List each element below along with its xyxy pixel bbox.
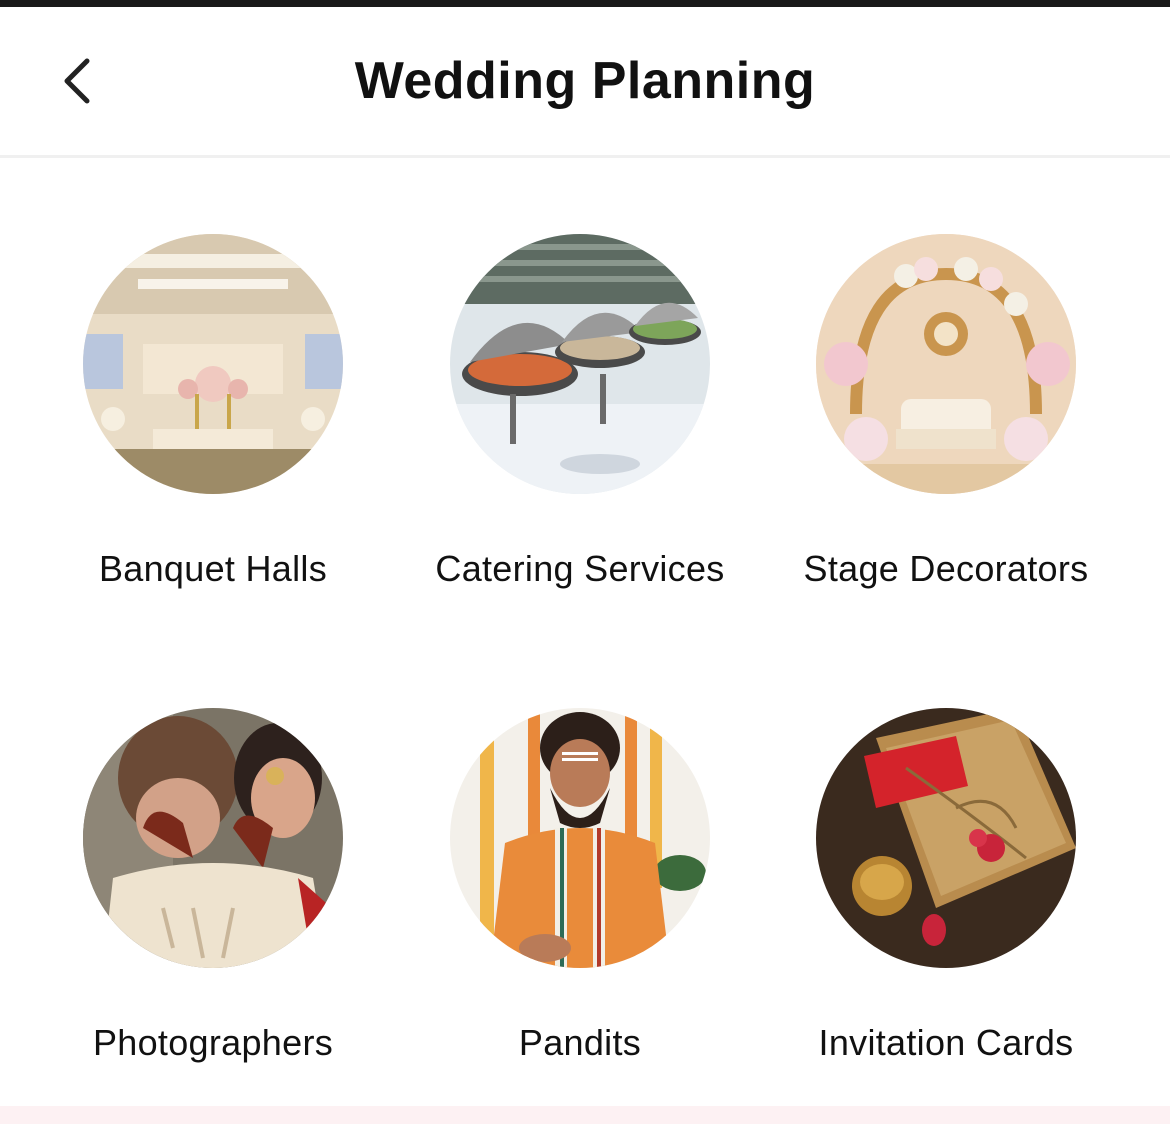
category-label: Pandits bbox=[518, 1022, 642, 1063]
bottom-decor-strip bbox=[0, 1106, 1170, 1124]
category-stage-decorators[interactable]: Stage Decorators bbox=[763, 158, 1129, 589]
category-label: Invitation Cards bbox=[818, 1022, 1074, 1063]
category-label: Stage Decorators bbox=[803, 548, 1089, 589]
category-pandits[interactable]: Pandits bbox=[397, 632, 763, 1063]
catering-buffet-photo bbox=[450, 234, 710, 494]
status-bar-strip bbox=[0, 0, 1170, 7]
invitation-card-photo bbox=[816, 708, 1076, 968]
category-banquet-halls[interactable]: Banquet Halls bbox=[30, 158, 396, 589]
category-photographers[interactable]: Photographers bbox=[30, 632, 396, 1063]
category-label: Banquet Halls bbox=[98, 548, 328, 589]
pandit-priest-photo bbox=[450, 708, 710, 968]
category-label: Photographers bbox=[92, 1022, 334, 1063]
category-label: Catering Services bbox=[435, 548, 725, 589]
floral-stage-photo bbox=[816, 234, 1076, 494]
app-header: Wedding Planning bbox=[0, 7, 1170, 158]
category-invitation-cards[interactable]: Invitation Cards bbox=[763, 632, 1129, 1063]
page-title: Wedding Planning bbox=[354, 52, 816, 110]
category-catering-services[interactable]: Catering Services bbox=[397, 158, 763, 589]
banquet-hall-photo bbox=[83, 234, 343, 494]
wedding-couple-photo bbox=[83, 708, 343, 968]
